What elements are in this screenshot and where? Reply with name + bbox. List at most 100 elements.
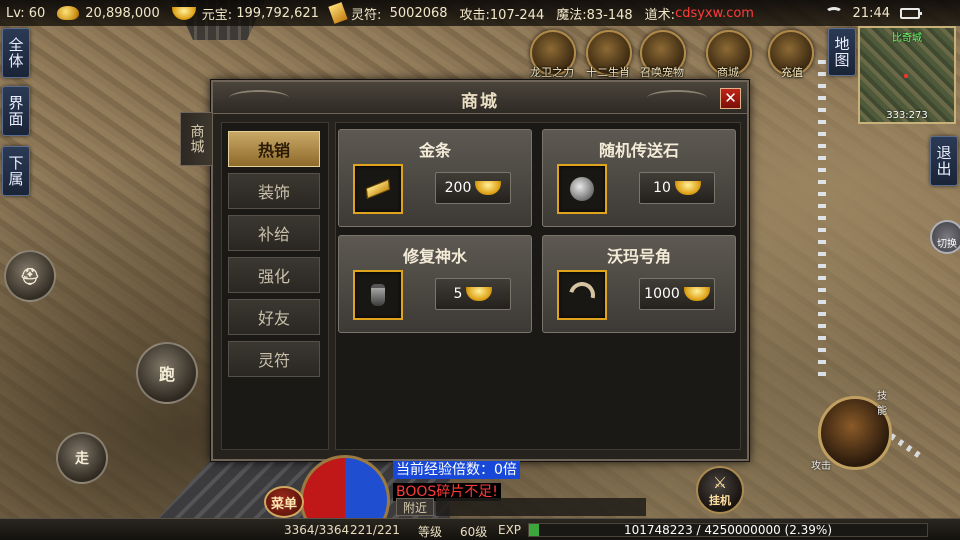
attack-skill-button[interactable]: 技能 攻击 [811,391,892,472]
ingot-icon [683,287,710,301]
item-name: 沃玛号角 [606,247,671,266]
zodiac-label: 十二生肖 [586,66,630,79]
exp-bar: 101748223 / 4250000000 (2.39%) [528,523,928,537]
item-slot[interactable] [353,164,403,214]
exp-label: EXP [498,523,522,537]
level-value: 60级 [460,525,488,539]
gold-value: 20,898,000 [85,5,160,21]
switch-target-button[interactable]: 切换 [930,220,960,254]
player-marker [904,74,908,78]
gold-coins-icon [57,6,80,20]
exp-text: 101748223 / 4250000000 (2.39%) [623,523,833,537]
bottom-status-bar: 3364/3364 221/221 等级 60级 EXP 101748223 /… [0,518,960,540]
category-friends[interactable]: 好友 [228,299,320,335]
woma-horn-icon [564,277,600,313]
buy-price-button[interactable]: 200 [435,172,511,204]
skill-label-bottom: 攻击 [811,461,831,472]
auto-battle-label: 挂机 [709,494,731,507]
taoism-label: 道术: [644,7,676,23]
buy-price-button[interactable]: 10 [639,172,715,204]
shop-label: 商城 [717,66,739,79]
item-price: 10 [653,180,671,196]
item-price: 200 [444,180,472,196]
item-card-teleport-stone[interactable]: 随机传送石 10 [542,129,736,227]
yuanbao-value: 199,792,621 [236,5,319,21]
talisman-icon [328,2,348,24]
exit-button[interactable]: 退出 [930,136,958,186]
walk-button[interactable]: 走 [56,432,108,484]
battery-icon [900,7,922,19]
yuanbao-display: 元宝: 199,792,621 [171,4,319,23]
shop-side-tab[interactable]: 商城 [180,112,212,166]
helmet-icon: ⛑ [19,266,41,286]
yuanbao-label: 元宝: [201,7,233,23]
subordinate-button[interactable]: 下属 [2,146,30,196]
ingot-icon [466,287,493,301]
system-tray: 21:44 [824,5,922,21]
item-name: 修复神水 [402,247,467,266]
shop-header: 商城 ✕ [213,82,747,114]
taoism-stat: 道术: cdsyxw.com [645,4,754,23]
category-list: 热销 装饰 补给 强化 好友 灵符 [221,122,329,450]
buy-price-button[interactable]: 1000 [639,278,715,310]
talisman-value: 5002068 [389,5,448,21]
category-decoration[interactable]: 装饰 [228,173,320,209]
menu-button[interactable]: 菜单 [264,486,304,518]
watermark-text: cdsyxw.com [675,5,754,21]
talisman-display: 灵符: 5002068 [328,2,448,24]
light-barrier [818,60,826,380]
attack-stat: 攻击:107-244 [459,7,545,23]
summon-pet-label: 召唤宠物 [640,66,684,79]
clock-time: 21:44 [852,5,890,21]
hp-value: 3364/3364 [284,523,350,537]
shop-panel: 商城 商城 ✕ 热销 装饰 补给 强化 好友 灵符 金条 200 随机传送石 1… [180,80,749,461]
map-button[interactable]: 地图 [828,28,856,76]
ingot-icon [171,6,196,20]
talisman-label: 灵符: [350,7,382,23]
ui-button[interactable]: 界面 [2,86,30,136]
player-level: Lv: 60 [6,5,46,21]
item-card-repair-potion[interactable]: 修复神水 5 [338,235,532,333]
item-card-gold-bar[interactable]: 金条 200 [338,129,532,227]
item-price: 5 [453,286,463,302]
category-hot[interactable]: 热销 [228,131,320,167]
gold-display: 20,898,000 [57,5,160,21]
teleport-stone-icon [570,177,594,201]
item-name: 随机传送石 [598,141,679,160]
skill-label-top: 技能 [877,391,887,417]
level-label: 等级 [418,525,443,539]
item-slot[interactable] [353,270,403,320]
item-card-woma-horn[interactable]: 沃玛号角 1000 [542,235,736,333]
crossed-swords-icon: ⚔ [712,473,728,492]
dragon-guard-label: 龙卫之力 [530,66,574,79]
close-button[interactable]: ✕ [720,88,741,109]
category-supply[interactable]: 补给 [228,215,320,251]
mp-value: 221/221 [350,523,400,537]
recharge-label: 充值 [781,66,803,79]
chat-tab-near[interactable]: 附近 [396,498,434,516]
category-talisman[interactable]: 灵符 [228,341,320,377]
repair-potion-icon [371,284,385,306]
wifi-icon [824,7,843,19]
chat-exp-multiplier: 当前经验倍数：0倍 [393,461,520,479]
all-button[interactable]: 全体 [2,28,30,78]
item-slot[interactable] [557,164,607,214]
run-button[interactable]: 跑 [136,342,198,404]
ingot-icon [475,181,502,195]
item-slot[interactable] [557,270,607,320]
character-avatar[interactable]: ⛑ [4,250,56,302]
item-price: 1000 [644,286,680,302]
gold-bar-icon [365,178,391,200]
minimap-coords: 333:273 [886,110,928,121]
chat-input-bar[interactable] [436,498,646,516]
minimap[interactable]: 比奇城 333:273 [858,26,956,124]
top-status-bar: Lv: 60 20,898,000 元宝: 199,792,621 灵符: 50… [0,0,960,26]
minimap-title: 比奇城 [892,33,922,44]
category-enhance[interactable]: 强化 [228,257,320,293]
auto-battle-button[interactable]: ⚔ 挂机 [696,466,744,514]
buy-price-button[interactable]: 5 [435,278,511,310]
switch-label: 切换 [937,239,957,250]
item-name: 金条 [418,141,451,160]
ingot-icon [674,181,701,195]
chat-box: 当前经验倍数：0倍 BOOS碎片不足! [393,461,647,501]
